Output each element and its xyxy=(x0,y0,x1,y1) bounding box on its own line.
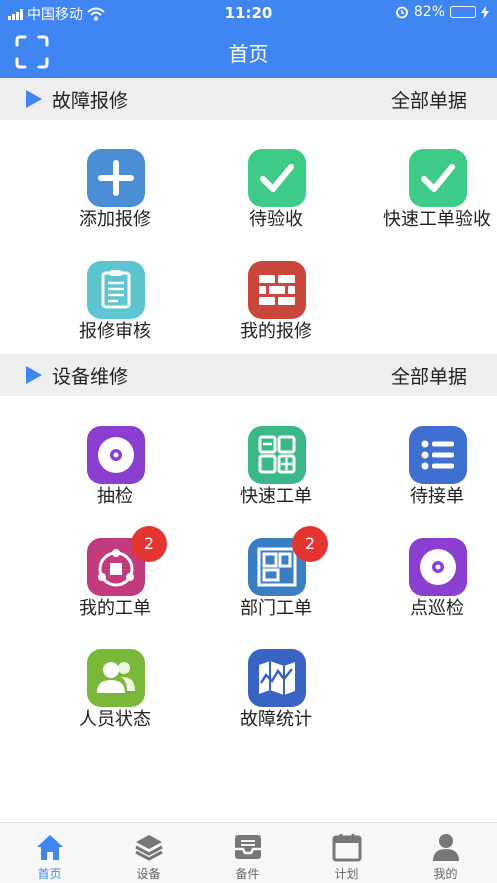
triangle-icon xyxy=(26,366,42,384)
triangle-icon xyxy=(26,90,42,108)
page-title: 首页 xyxy=(228,42,269,66)
tab-home[interactable]: 首页 xyxy=(0,823,99,883)
tab-label: 设备 xyxy=(136,867,161,881)
status-bar: 中国移动 11:20 82% xyxy=(0,0,497,26)
fault-statistics-button[interactable]: 故障统计 xyxy=(196,649,356,749)
checkmark-icon xyxy=(248,149,306,207)
grid-item-label: 报修审核 xyxy=(79,321,151,342)
charging-icon xyxy=(481,5,489,19)
tab-spare-parts[interactable]: 备件 xyxy=(198,823,297,883)
all-records-link[interactable]: 全部单据 xyxy=(391,362,467,389)
folded-map-icon xyxy=(248,649,306,707)
pending-orders-button[interactable]: 待接单 xyxy=(357,426,497,526)
brick-wall-icon xyxy=(248,261,306,319)
my-repairs-button[interactable]: 我的报修 xyxy=(196,261,356,361)
grid-item-label: 部门工单 xyxy=(240,598,312,619)
grid-item-label: 快速工单验收 xyxy=(383,209,491,230)
target-disc-icon xyxy=(87,426,145,484)
tab-mine[interactable]: 我的 xyxy=(396,823,495,883)
alarm-icon xyxy=(395,6,408,19)
nav-bar: 首页 xyxy=(0,26,497,78)
grid-item-label: 人员状态 xyxy=(79,709,151,730)
my-orders-button[interactable]: 2 我的工单 xyxy=(35,526,195,638)
grid-item-label: 我的报修 xyxy=(240,321,312,342)
plus-icon xyxy=(87,149,145,207)
list-icon xyxy=(409,426,467,484)
section-header-repair: 故障报修 全部单据 xyxy=(0,78,497,120)
tab-label: 备件 xyxy=(235,867,260,881)
target-disc-icon xyxy=(409,538,467,596)
calendar-icon xyxy=(332,834,362,862)
tab-label: 首页 xyxy=(37,867,62,881)
tab-label: 我的 xyxy=(433,867,458,881)
notification-badge: 2 xyxy=(292,526,328,562)
clipboard-icon xyxy=(87,261,145,319)
notification-badge: 2 xyxy=(131,526,167,562)
battery-icon xyxy=(450,6,476,18)
battery-percent: 82% xyxy=(413,4,445,20)
staff-status-button[interactable]: 人员状态 xyxy=(35,649,195,749)
tab-label: 计划 xyxy=(334,867,359,881)
pending-acceptance-button[interactable]: 待验收 xyxy=(196,149,356,249)
grid-item-label: 抽检 xyxy=(97,486,133,507)
add-repair-button[interactable]: 添加报修 xyxy=(35,149,195,249)
section-header-maintenance: 设备维修 全部单据 xyxy=(0,354,497,396)
section-title: 故障报修 xyxy=(52,90,129,112)
quick-order-button[interactable]: 快速工单 xyxy=(196,426,356,526)
grid-item-label: 故障统计 xyxy=(240,709,312,730)
tab-plan[interactable]: 计划 xyxy=(297,823,396,883)
tab-equipment[interactable]: 设备 xyxy=(99,823,198,883)
quick-order-acceptance-button[interactable]: 快速工单验收 xyxy=(357,149,497,249)
patrol-inspection-button[interactable]: 点巡检 xyxy=(357,538,497,638)
home-icon xyxy=(37,835,63,860)
user-icon xyxy=(433,834,459,861)
grid-item-label: 添加报修 xyxy=(79,209,151,230)
spot-check-button[interactable]: 抽检 xyxy=(35,426,195,526)
status-right: 82% xyxy=(395,4,489,20)
inbox-icon xyxy=(235,835,261,859)
all-records-link[interactable]: 全部单据 xyxy=(391,86,467,113)
department-orders-button[interactable]: 2 部门工单 xyxy=(196,526,356,638)
section-title: 设备维修 xyxy=(52,366,129,388)
grid-item-label: 我的工单 xyxy=(79,598,151,619)
layers-icon xyxy=(135,835,163,861)
people-icon xyxy=(87,649,145,707)
calculator-icon xyxy=(248,426,306,484)
grid-item-label: 点巡检 xyxy=(410,598,464,619)
checkmark-icon xyxy=(409,149,467,207)
repair-review-button[interactable]: 报修审核 xyxy=(35,261,195,361)
grid-item-label: 待接单 xyxy=(410,486,464,507)
grid-item-label: 快速工单 xyxy=(240,486,312,507)
tab-bar: 首页 设备 备件 计划 我的 xyxy=(0,822,497,883)
grid-item-label: 待验收 xyxy=(249,209,303,230)
